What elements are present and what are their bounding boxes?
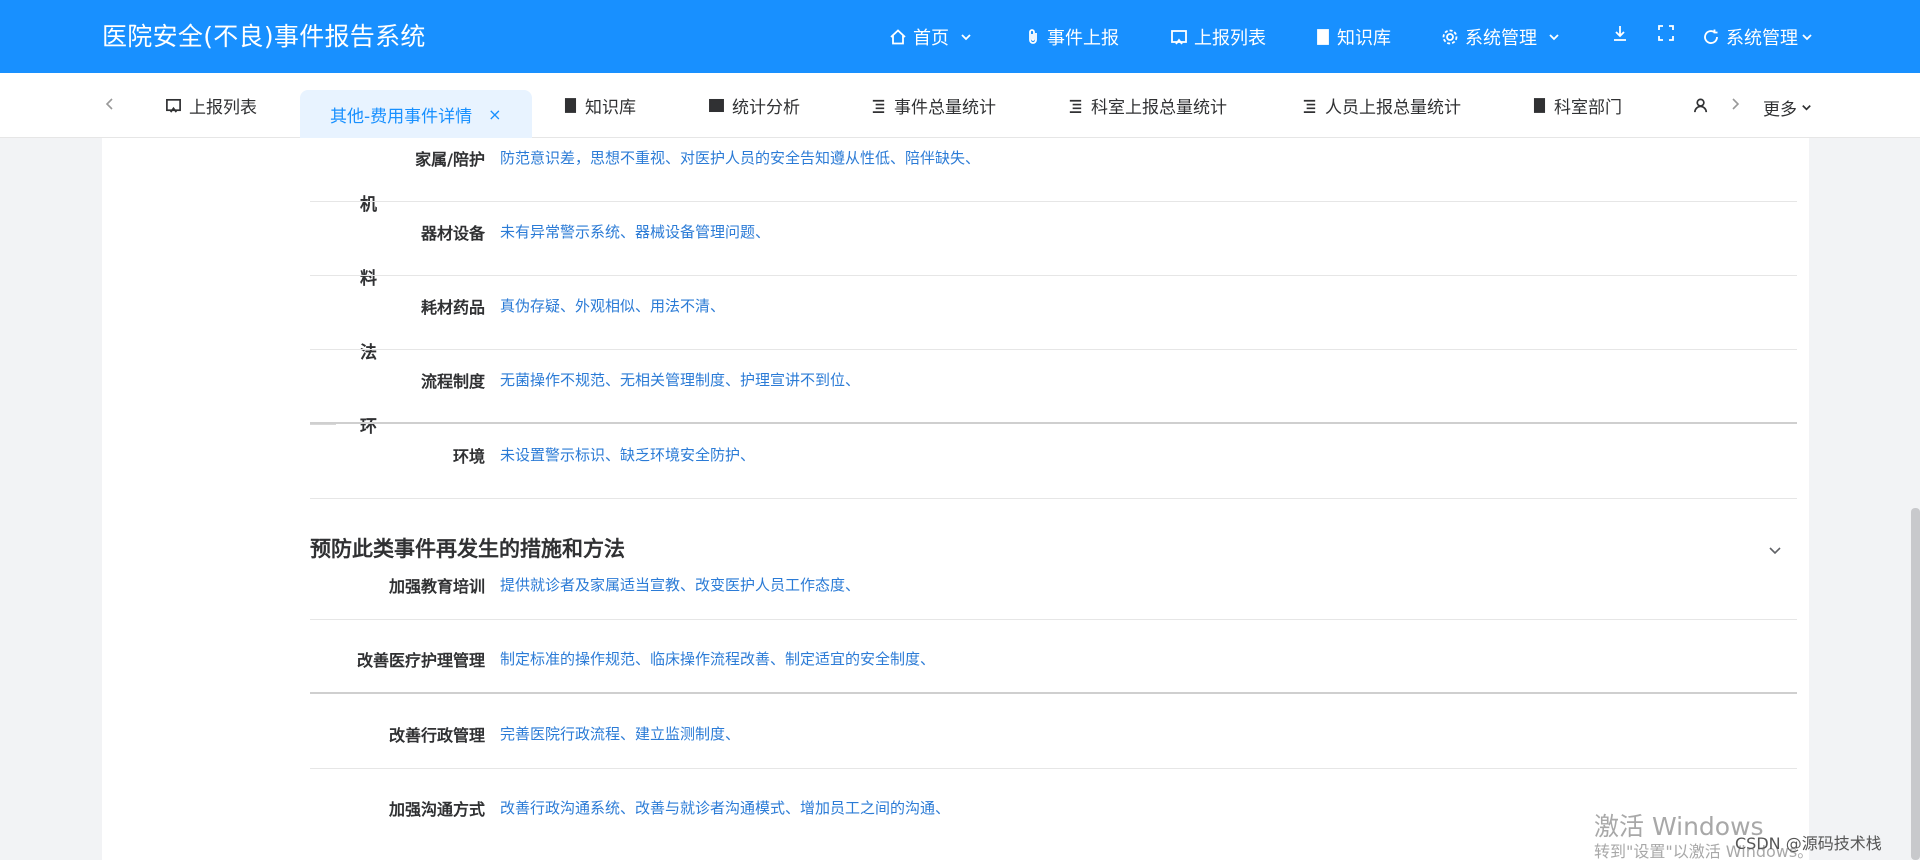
tab-stats-analysis[interactable]: 统计分析 bbox=[708, 90, 800, 121]
prevention-row: 加强教育培训 提供就诊者及家属适当宣教、改变医护人员工作态度、 bbox=[310, 546, 1797, 620]
download-icon[interactable] bbox=[1611, 24, 1629, 46]
screen-upload-icon bbox=[166, 98, 181, 113]
tab-dept-report-stats-label: 科室上报总量统计 bbox=[1091, 98, 1227, 118]
nav-report-event-label: 事件上报 bbox=[1047, 28, 1119, 49]
cause-row-label: 环境 bbox=[452, 447, 485, 466]
tab-dept-report-stats[interactable]: 科室上报总量统计 bbox=[1067, 90, 1227, 121]
cause-row-label: 家属/陪护 bbox=[415, 150, 485, 169]
chevron-down-icon bbox=[961, 34, 971, 41]
prevention-row-label: 改善行政管理 bbox=[388, 726, 485, 745]
app-title: 医院安全(不良)事件报告系统 bbox=[102, 22, 426, 51]
cause-row: 家属/陪护 防范意识差，思想不重视、对医护人员的安全告知遵从性低、陪伴缺失、 bbox=[310, 128, 1797, 202]
tab-report-list-label: 上报列表 bbox=[189, 98, 257, 118]
nav-report-list[interactable]: 上报列表 bbox=[1170, 22, 1266, 52]
nav-home-label: 首页 bbox=[913, 28, 949, 49]
prevention-row: 加强沟通方式 改善行政沟通系统、改善与就诊者沟通模式、增加员工之间的沟通、 bbox=[310, 769, 1797, 843]
cause-row: 器材设备 未有异常警示系统、器械设备管理问题、 bbox=[310, 202, 1797, 276]
nav-home[interactable]: 首页 bbox=[889, 22, 973, 52]
fullscreen-icon[interactable] bbox=[1657, 24, 1675, 46]
more-tabs-label: 更多 bbox=[1763, 100, 1797, 120]
tab-report-list[interactable]: 上报列表 bbox=[165, 90, 257, 121]
csdn-watermark: CSDN @源码技术栈 bbox=[1735, 834, 1882, 853]
cause-row: 环境 未设置警示标识、缺乏环境安全防护、 bbox=[310, 425, 1797, 499]
prevention-row-label: 改善医疗护理管理 bbox=[356, 651, 485, 670]
paperclip-icon bbox=[1029, 29, 1037, 44]
tab-knowledge[interactable]: 知识库 bbox=[563, 90, 636, 121]
nav-system-admin[interactable]: 系统管理 bbox=[1441, 22, 1561, 52]
chevron-down-icon bbox=[1802, 34, 1812, 41]
nav-knowledge[interactable]: 知识库 bbox=[1315, 22, 1391, 52]
list-icon bbox=[1303, 99, 1316, 113]
cause-row-label: 耗材药品 bbox=[420, 298, 485, 317]
screen-upload-icon bbox=[1171, 30, 1187, 45]
more-tabs-button[interactable]: 更多 bbox=[1763, 95, 1813, 120]
prevention-row-label: 加强沟通方式 bbox=[388, 800, 485, 819]
tab-knowledge-label: 知识库 bbox=[585, 98, 636, 118]
user-icon[interactable] bbox=[1693, 90, 1717, 121]
home-icon bbox=[890, 29, 906, 45]
prevention-row: 改善行政管理 完善医院行政流程、建立监测制度、 bbox=[310, 695, 1797, 769]
tab-event-total-stats-label: 事件总量统计 bbox=[894, 98, 996, 118]
nav-report-event[interactable]: 事件上报 bbox=[1025, 22, 1119, 52]
tab-dept-label: 科室部门 bbox=[1554, 98, 1622, 118]
book-icon bbox=[1317, 29, 1329, 45]
tab-person-report-stats[interactable]: 人员上报总量统计 bbox=[1301, 90, 1461, 121]
prevention-row-label: 加强教育培训 bbox=[388, 577, 485, 596]
cause-row-value: 防范意识差，思想不重视、对医护人员的安全告知遵从性低、陪伴缺失、 bbox=[500, 149, 981, 167]
user-menu-label: 系统管理 bbox=[1726, 28, 1798, 49]
tab-event-detail-label: 其他-费用事件详情 bbox=[330, 106, 473, 127]
nav-knowledge-label: 知识库 bbox=[1337, 28, 1391, 49]
cause-row-value: 未有异常警示系统、器械设备管理问题、 bbox=[500, 223, 771, 241]
cause-row: 耗材药品 真伪存疑、外观相似、用法不清、 bbox=[310, 276, 1797, 350]
cause-row-label: 流程制度 bbox=[420, 372, 485, 391]
prevention-row-value: 改善行政沟通系统、改善与就诊者沟通模式、增加员工之间的沟通、 bbox=[500, 799, 951, 817]
tab-dept[interactable]: 科室部门 bbox=[1532, 90, 1622, 121]
gear-icon bbox=[1442, 29, 1458, 45]
content-card: 机 料 法 环 家属/陪护 防范意识差，思想不重视、对医护人员的安全告知遵从性低… bbox=[102, 138, 1809, 860]
tab-stats-analysis-label: 统计分析 bbox=[732, 98, 800, 118]
tab-close-icon[interactable]: × bbox=[488, 105, 501, 124]
tab-scroll-right-icon[interactable] bbox=[1728, 96, 1742, 115]
prevention-row-value: 制定标准的操作规范、临床操作流程改善、制定适宜的安全制度、 bbox=[500, 650, 936, 668]
cause-row-label: 器材设备 bbox=[420, 224, 485, 243]
cause-row-value: 未设置警示标识、缺乏环境安全防护、 bbox=[500, 446, 756, 464]
top-header: 医院安全(不良)事件报告系统 首页 事件上报 上报列表 知识库 系统管理 系统管… bbox=[0, 0, 1920, 73]
cause-row-value: 无菌操作不规范、无相关管理制度、护理宣讲不到位、 bbox=[500, 371, 861, 389]
prevention-row-value: 提供就诊者及家属适当宣教、改变医护人员工作态度、 bbox=[500, 576, 861, 594]
tab-person-report-stats-label: 人员上报总量统计 bbox=[1325, 98, 1461, 118]
tab-scroll-left-icon[interactable] bbox=[103, 96, 117, 115]
cause-row: 流程制度 无菌操作不规范、无相关管理制度、护理宣讲不到位、 bbox=[310, 350, 1797, 424]
chevron-down-icon bbox=[1549, 34, 1559, 41]
nav-report-list-label: 上报列表 bbox=[1194, 28, 1266, 49]
prevention-row-value: 完善医院行政流程、建立监测制度、 bbox=[500, 725, 741, 743]
book-icon bbox=[564, 98, 577, 113]
nav-system-admin-label: 系统管理 bbox=[1465, 28, 1537, 49]
document-icon bbox=[1533, 98, 1546, 113]
tab-event-total-stats[interactable]: 事件总量统计 bbox=[870, 90, 996, 121]
scrollbar-thumb[interactable] bbox=[1911, 508, 1920, 860]
refresh-icon bbox=[1704, 29, 1718, 44]
chart-icon bbox=[709, 98, 724, 113]
list-icon bbox=[872, 99, 885, 113]
list-icon bbox=[1069, 99, 1082, 113]
user-menu[interactable]: 系统管理 bbox=[1702, 22, 1814, 52]
prevention-row: 改善医疗护理管理 制定标准的操作规范、临床操作流程改善、制定适宜的安全制度、 bbox=[310, 620, 1797, 694]
chevron-down-icon bbox=[1802, 105, 1811, 111]
cause-row-value: 真伪存疑、外观相似、用法不清、 bbox=[500, 297, 726, 315]
